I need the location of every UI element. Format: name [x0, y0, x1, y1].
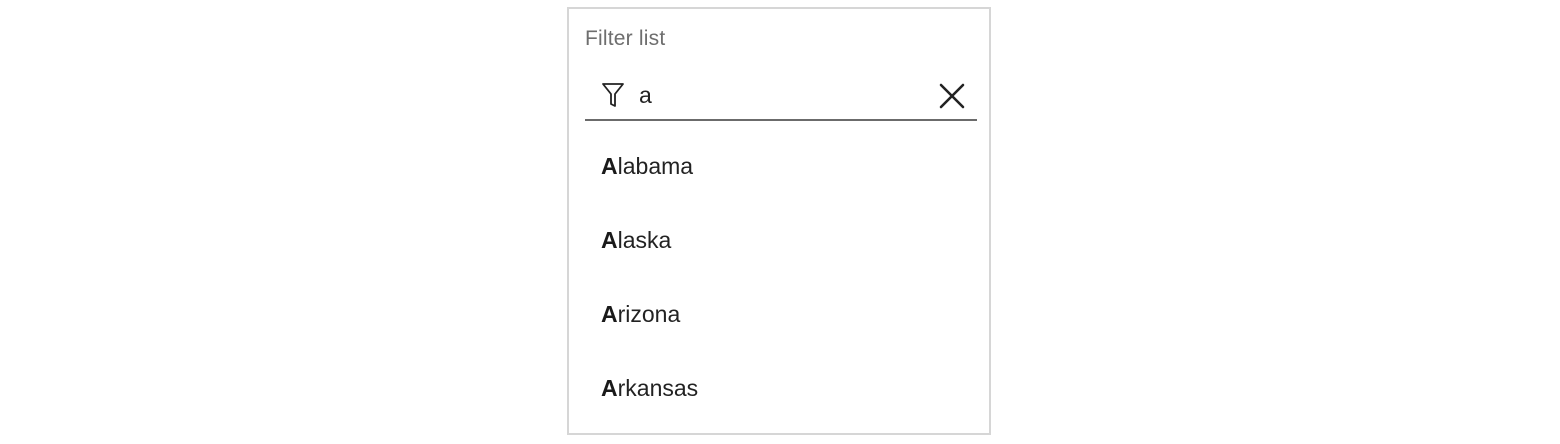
filter-field[interactable]	[585, 71, 977, 121]
results-list: Alabama Alaska Arizona Arkansas	[585, 129, 977, 425]
item-rest: laska	[617, 227, 672, 253]
filter-input[interactable]	[639, 79, 919, 111]
close-icon	[939, 83, 965, 109]
match-highlight: A	[601, 227, 618, 253]
match-highlight: A	[601, 153, 618, 179]
clear-filter-button[interactable]	[937, 81, 967, 111]
result-item-arkansas[interactable]: Arkansas	[585, 351, 977, 425]
filter-icon	[602, 83, 624, 107]
item-rest: labama	[617, 153, 694, 179]
item-rest: rizona	[617, 301, 681, 327]
item-rest: rkansas	[617, 375, 699, 401]
match-highlight: A	[601, 301, 618, 327]
result-item-alaska[interactable]: Alaska	[585, 203, 977, 277]
result-item-arizona[interactable]: Arizona	[585, 277, 977, 351]
result-item-alabama[interactable]: Alabama	[585, 129, 977, 203]
filter-list-panel: Filter list Alabama Alaska Arizona Arkan…	[567, 7, 991, 435]
filter-list-label: Filter list	[585, 27, 666, 50]
match-highlight: A	[601, 375, 618, 401]
